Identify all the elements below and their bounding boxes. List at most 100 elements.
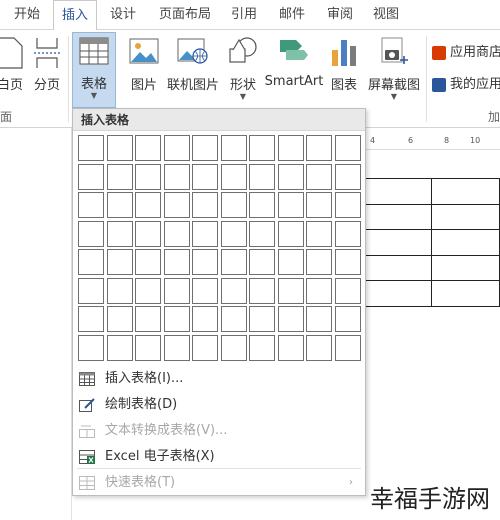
grid-cell[interactable] [106,163,133,190]
grid-cell[interactable] [277,277,304,304]
grid-cell[interactable] [78,220,104,247]
grid-cell[interactable] [192,135,218,161]
grid-cell[interactable] [135,334,161,361]
grid-cell[interactable] [106,334,133,361]
grid-cell[interactable] [135,249,161,275]
grid-cell[interactable] [277,163,304,190]
grid-cell[interactable] [163,277,190,304]
grid-cell[interactable] [106,192,133,218]
grid-cell[interactable] [78,163,104,190]
grid-cell[interactable] [135,163,161,190]
grid-cell[interactable] [277,220,304,247]
grid-cell[interactable] [249,192,275,218]
grid-cell[interactable] [277,306,304,332]
grid-cell[interactable] [192,277,218,304]
table-button[interactable]: 表格 ▼ [72,32,116,108]
grid-cell[interactable] [135,192,161,218]
tab-insert[interactable]: 插入 [53,0,97,31]
grid-cell[interactable] [192,249,218,275]
table-cell[interactable] [431,203,500,230]
grid-cell[interactable] [163,249,190,275]
page-break-button[interactable]: 分页 [30,34,64,102]
table-cell[interactable] [431,178,500,205]
grid-cell[interactable] [220,192,247,218]
grid-cell[interactable] [220,220,247,247]
grid-cell[interactable] [220,163,247,190]
grid-cell[interactable] [306,163,332,190]
grid-cell[interactable] [135,135,161,161]
grid-cell[interactable] [249,306,275,332]
table-cell[interactable] [363,229,432,256]
grid-cell[interactable] [106,220,133,247]
tab-review[interactable]: 审阅 [320,0,360,30]
blank-page-button[interactable]: 白页 [0,34,28,102]
grid-cell[interactable] [334,277,361,304]
grid-cell[interactable] [277,192,304,218]
grid-cell[interactable] [192,220,218,247]
grid-cell[interactable] [163,135,190,161]
tab-home[interactable]: 开始 [6,0,48,30]
grid-cell[interactable] [334,334,361,361]
table-cell[interactable] [363,254,432,281]
grid-cell[interactable] [277,249,304,275]
grid-cell[interactable] [220,135,247,161]
grid-cell[interactable] [277,334,304,361]
grid-cell[interactable] [334,192,361,218]
chart-button[interactable]: 图表 [326,34,362,102]
grid-cell[interactable] [220,306,247,332]
grid-cell[interactable] [192,306,218,332]
grid-cell[interactable] [334,220,361,247]
grid-cell[interactable] [306,334,332,361]
grid-cell[interactable] [163,192,190,218]
draw-table-item[interactable]: 绘制表格(D) [73,393,365,417]
grid-cell[interactable] [192,334,218,361]
grid-cell[interactable] [277,135,304,161]
grid-cell[interactable] [220,249,247,275]
grid-cell[interactable] [249,135,275,161]
tab-mailings[interactable]: 邮件 [272,0,312,30]
table-cell[interactable] [363,203,432,230]
store-button[interactable]: 应用商店 [432,42,500,64]
tab-view[interactable]: 视图 [366,0,406,30]
grid-cell[interactable] [249,220,275,247]
grid-cell[interactable] [192,163,218,190]
grid-cell[interactable] [334,249,361,275]
grid-cell[interactable] [334,306,361,332]
screenshot-button[interactable]: 屏幕截图 ▼ [364,34,424,102]
excel-sheet-item[interactable]: Excel 电子表格(X) [73,445,365,469]
table-cell[interactable] [363,178,432,205]
grid-cell[interactable] [249,249,275,275]
grid-cell[interactable] [106,249,133,275]
shapes-button[interactable]: 形状 ▼ [224,34,262,102]
grid-cell[interactable] [78,249,104,275]
grid-cell[interactable] [78,306,104,332]
grid-cell[interactable] [163,163,190,190]
quick-tables-item[interactable]: 快速表格(T) › [73,471,365,495]
online-picture-button[interactable]: 联机图片 [164,34,222,102]
smartart-button[interactable]: SmartArt [264,34,324,102]
grid-cell[interactable] [220,277,247,304]
grid-cell[interactable] [135,220,161,247]
picture-button[interactable]: 图片 [126,34,162,102]
grid-cell[interactable] [135,277,161,304]
grid-cell[interactable] [334,163,361,190]
grid-cell[interactable] [249,163,275,190]
table-cell[interactable] [431,229,500,256]
document-table[interactable] [363,178,500,307]
table-cell[interactable] [431,280,500,307]
grid-cell[interactable] [106,306,133,332]
text-to-table-item[interactable]: 文本转换成表格(V)... [73,419,365,443]
grid-cell[interactable] [78,334,104,361]
horizontal-ruler[interactable]: 4 6 8 10 [360,134,500,150]
tab-references[interactable]: 引用 [224,0,264,30]
grid-cell[interactable] [192,192,218,218]
grid-cell[interactable] [306,135,332,161]
grid-cell[interactable] [220,334,247,361]
tab-design[interactable]: 设计 [102,0,144,30]
grid-cell[interactable] [78,135,104,161]
grid-cell[interactable] [163,306,190,332]
grid-cell[interactable] [306,192,332,218]
grid-cell[interactable] [135,306,161,332]
grid-cell[interactable] [334,135,361,161]
grid-cell[interactable] [249,334,275,361]
